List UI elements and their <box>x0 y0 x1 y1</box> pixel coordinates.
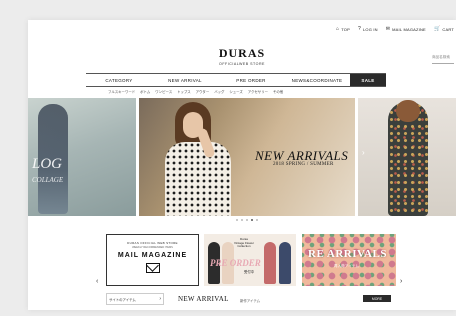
utility-cart-label: CART <box>442 26 454 32</box>
subnav-item[interactable]: その他 <box>273 89 283 94</box>
browser-page: ⌂ TOP ? LOG IN ✉ MAIL MAGAZINE 🛒 CART DURAS … <box>28 20 456 310</box>
pre-order-label-line: Collection <box>237 244 251 249</box>
subnav-item[interactable]: ワンピース <box>155 89 172 94</box>
lock-icon: ? <box>358 26 361 32</box>
nav-sale[interactable]: SALE <box>350 74 386 86</box>
re-arrivals-sub: 再入荷アイテム <box>334 264 359 268</box>
utility-bar: ⌂ TOP ? LOG IN ✉ MAIL MAGAZINE 🛒 CART <box>336 26 454 32</box>
mail-banner-title: MAIL MAGAZINE <box>117 252 188 259</box>
utility-top-link[interactable]: ⌂ TOP <box>336 26 350 32</box>
pre-order-sub: 受付中 <box>244 270 255 274</box>
subnav-item[interactable]: ボトム <box>140 89 150 94</box>
hero-slide-left[interactable]: LOG COLLAGE <box>28 98 136 216</box>
home-icon: ⌂ <box>336 26 340 32</box>
utility-mail-link[interactable]: ✉ MAIL MAGAZINE <box>386 26 426 32</box>
hero-left-title: LOG <box>32 156 63 172</box>
site-logo[interactable]: DURAS OFFICIALWEB STORE <box>28 46 456 66</box>
model-head <box>396 100 420 122</box>
re-arrivals-banner[interactable]: RE ARRIVALS 再入荷アイテム <box>302 234 396 286</box>
subnav-item[interactable]: アウター <box>196 89 210 94</box>
utility-login-link[interactable]: ? LOG IN <box>358 26 378 32</box>
carousel-next-arrow[interactable]: › <box>362 148 365 157</box>
nav-new-arrival[interactable]: NEW ARRIVAL <box>152 74 218 86</box>
model-image <box>279 242 291 284</box>
carousel-dot[interactable] <box>256 219 258 221</box>
pre-order-banner[interactable]: Duras Vintage Flower Collection PRE ORDE… <box>204 234 296 286</box>
new-arrival-subheading: 新作アイテム <box>240 299 261 303</box>
logo-subtitle: OFFICIALWEB STORE <box>219 62 265 66</box>
recent-items-label: サイトのアイテム <box>109 297 136 302</box>
subnav-item[interactable]: フルスキーワード <box>108 89 135 94</box>
mail-magazine-banner[interactable]: DURAS OFFICIAL WEB STORE WEEKLY RECOMMEN… <box>106 234 199 286</box>
subnav-item[interactable]: シューズ <box>229 89 242 94</box>
nav-pre-order[interactable]: PRE ORDER <box>218 74 284 86</box>
nav-category[interactable]: CATEGORY <box>86 74 152 86</box>
banner-prev-arrow[interactable]: ‹ <box>96 278 98 285</box>
mail-banner-line1: DURAS OFFICIAL WEB STORE <box>127 241 178 245</box>
pre-order-label: Duras Vintage Flower Collection <box>234 237 254 249</box>
re-arrivals-title: RE ARRIVALS <box>308 248 387 260</box>
utility-cart-link[interactable]: 🛒 CART <box>434 26 454 32</box>
envelope-icon <box>145 263 160 273</box>
more-button[interactable]: MORE <box>363 295 391 302</box>
hero-tagline: 2018 SPRING / SUMMER <box>273 162 334 167</box>
utility-login-label: LOG IN <box>362 26 378 32</box>
logo-name: DURAS <box>218 46 266 60</box>
bottom-section: サイトのアイテム › NEW ARRIVAL 新作アイテム MORE <box>106 293 396 305</box>
search-input[interactable]: 商品名検索 <box>432 55 454 64</box>
carousel-dot[interactable] <box>241 219 243 221</box>
subnav-item[interactable]: バッグ <box>214 89 224 94</box>
banner-row: DURAS OFFICIAL WEB STORE WEEKLY RECOMMEN… <box>106 234 396 286</box>
sub-nav: フルスキーワード ボトム ワンピース トップス アウター バッグ シューズ アク… <box>108 89 283 94</box>
utility-mail-label: MAIL MAGAZINE <box>392 26 426 32</box>
main-nav: CATEGORY NEW ARRIVAL PRE ORDER NEWS&COOR… <box>86 73 386 87</box>
banner-next-arrow[interactable]: › <box>400 278 402 285</box>
mail-icon: ✉ <box>385 26 391 32</box>
carousel-dots <box>236 219 258 221</box>
carousel-dot[interactable] <box>236 219 238 221</box>
mail-banner-line2: WEEKLY RECOMMENDED ITEMS <box>132 246 173 249</box>
utility-top-label: TOP <box>341 26 350 32</box>
hero-slide-right[interactable] <box>358 98 456 216</box>
new-arrival-heading: NEW ARRIVAL <box>178 295 229 303</box>
hero-slide-main[interactable]: NEW ARRIVALS 2018 SPRING / SUMMER <box>139 98 355 216</box>
recent-items-dropdown[interactable]: サイトのアイテム › <box>106 293 164 305</box>
carousel-dot-active[interactable] <box>251 219 253 221</box>
cart-icon: 🛒 <box>433 26 441 32</box>
model-image <box>264 242 276 284</box>
pre-order-title: PRE ORDER <box>210 258 261 268</box>
hero-carousel: LOG COLLAGE NEW ARRIVALS 2018 SPRING / S… <box>28 98 456 216</box>
model-image <box>161 98 231 216</box>
chevron-right-icon: › <box>159 296 161 302</box>
subnav-item[interactable]: トップス <box>177 89 191 94</box>
hero-left-subtitle: COLLAGE <box>32 176 64 184</box>
carousel-dot[interactable] <box>246 219 248 221</box>
nav-news-coordinate[interactable]: NEWS&COORDINATE <box>284 74 350 86</box>
subnav-item[interactable]: アクセサリー <box>248 89 268 94</box>
